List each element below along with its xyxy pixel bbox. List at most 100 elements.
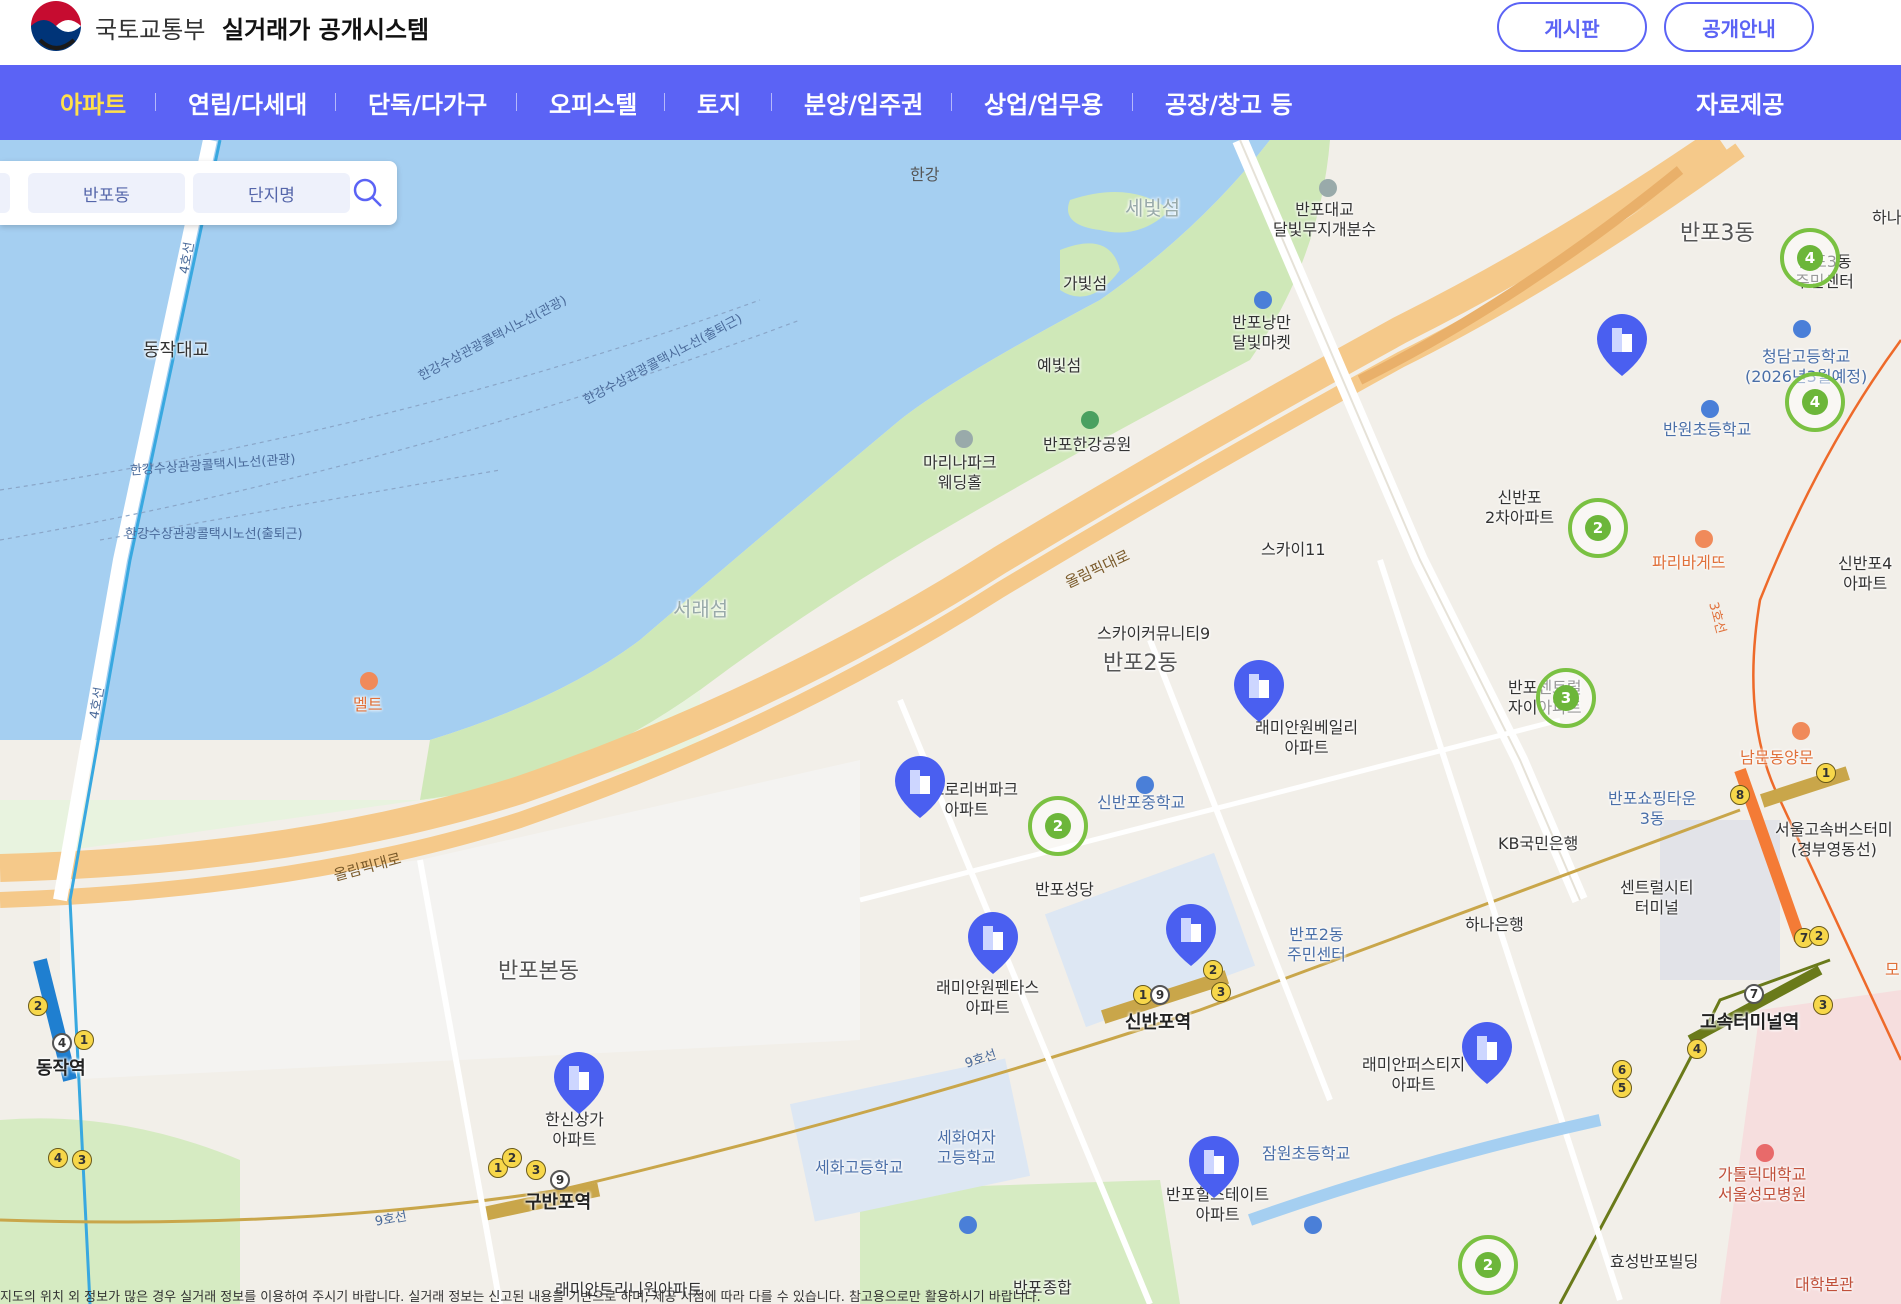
school-icon (959, 1216, 977, 1234)
label-raemian-pentas: 래미안원펜타스 아파트 (936, 978, 1040, 1017)
nav-separator (771, 93, 772, 111)
label-banpo-hangang-park: 반포한강공원 (1043, 435, 1132, 454)
government-logo-icon[interactable] (28, 0, 84, 56)
subway-exit-icon: 9 (1150, 985, 1170, 1005)
label-banpo2-center: 반포2동 주민센터 (1287, 925, 1346, 964)
nav-separator (516, 93, 517, 111)
search-seg-region[interactable] (0, 173, 10, 213)
market-icon (1254, 291, 1272, 309)
label-gabitseom: 가빛섬 (1063, 274, 1108, 293)
subway-exit-icon: 1 (1816, 763, 1836, 783)
label-sebitseom: 세빛섬 (1125, 196, 1181, 220)
subway-exit-icon: 4 (1687, 1039, 1707, 1059)
search-dong-select[interactable]: 반포동 (28, 173, 185, 213)
map-search-panel: 반포동 단지명 (0, 161, 397, 225)
nav-item-commercial[interactable]: 상업/업무용 (984, 85, 1103, 120)
transaction-cluster[interactable]: 4 (1785, 372, 1845, 432)
footer-notice: 지도의 위치 외 정보가 많은 경우 실거래 정보를 이용하여 주시기 바랍니다… (0, 1290, 1041, 1304)
map-view[interactable]: 반포동 단지명 한강 세빛섬 가빛섬 예빛섬 서래섬 반포대교 달빛무지개분수 … (0, 140, 1901, 1304)
park-icon (1081, 411, 1099, 429)
nav-item-officetel[interactable]: 오피스텔 (549, 85, 637, 120)
bakery-icon (1695, 530, 1713, 548)
label-yebitseom: 예빛섬 (1037, 356, 1082, 375)
school-icon (1304, 1216, 1322, 1234)
transaction-cluster[interactable]: 2 (1568, 498, 1628, 558)
nav-item-detached[interactable]: 단독/다가구 (368, 85, 487, 120)
nav-item-land[interactable]: 토지 (697, 85, 741, 120)
board-button[interactable]: 게시판 (1497, 2, 1647, 52)
label-sehwa-girls: 세화여자 고등학교 (937, 1128, 996, 1167)
label-sinbanpo-mid: 신반포중학교 (1097, 793, 1186, 812)
apartment-marker-icon[interactable] (893, 754, 947, 820)
label-hana-bank: 하나은행 (1465, 915, 1524, 934)
label-sinbanpo2: 신반포 2차아파트 (1485, 488, 1555, 527)
apartment-marker-icon[interactable] (1460, 1020, 1514, 1086)
guide-button[interactable]: 공개안내 (1664, 2, 1814, 52)
transaction-cluster[interactable]: 2 (1458, 1235, 1518, 1295)
search-icon[interactable] (352, 177, 384, 209)
school-icon (1701, 400, 1719, 418)
apartment-marker-icon[interactable] (1232, 658, 1286, 724)
transaction-cluster[interactable]: 4 (1780, 228, 1840, 288)
label-hangang: 한강 (910, 165, 940, 184)
apartment-marker-icon[interactable] (1595, 312, 1649, 378)
search-complex-input[interactable]: 단지명 (193, 173, 350, 213)
label-catholic-univ: 가톨릭대학교 서울성모병원 (1718, 1165, 1807, 1204)
label-hana-top: 하나 (1872, 208, 1901, 227)
nav-item-rowhouse[interactable]: 연립/다세대 (188, 85, 307, 120)
nav-item-presale[interactable]: 분양/입주권 (804, 85, 923, 120)
label-central-city: 센트럴시티 터미널 (1620, 878, 1694, 917)
apartment-marker-icon[interactable] (1164, 902, 1218, 968)
label-banwon-elem: 반원초등학교 (1663, 420, 1752, 439)
landmark-icon (1319, 179, 1337, 197)
subway-exit-icon: 2 (502, 1148, 522, 1168)
nav-item-data-provision[interactable]: 자료제공 (1696, 85, 1784, 120)
label-raemian-belleza: 래미안원베일리 아파트 (1255, 718, 1359, 757)
subway-exit-icon: 7 (1744, 984, 1764, 1004)
label-kb-bank: KB국민은행 (1498, 834, 1579, 853)
label-marina-wedding: 마리나파크 웨딩홀 (923, 453, 997, 492)
label-express-terminal-station: 고속터미널역 (1700, 1012, 1800, 1033)
school-icon (1793, 320, 1811, 338)
label-sinbanpo4: 신반포4 아파트 (1838, 554, 1893, 593)
apartment-marker-icon[interactable] (966, 910, 1020, 976)
subway-exit-icon: 2 (1203, 960, 1223, 980)
label-dongjak-bridge: 동작대교 (143, 340, 210, 361)
nav-separator (335, 93, 336, 111)
main-nav: 아파트 연립/다세대 단독/다가구 오피스텔 토지 분양/입주권 상업/업무용 … (0, 65, 1901, 140)
label-banpobondong: 반포본동 (498, 959, 579, 984)
wedding-hall-icon (955, 430, 973, 448)
label-melt: 멜트 (353, 695, 383, 714)
subway-exit-icon: 2 (1809, 926, 1829, 946)
label-sinbanpo-station: 신반포역 (1125, 1012, 1192, 1033)
label-paris-baguette: 파리바게뜨 (1652, 553, 1726, 572)
subway-exit-icon: 5 (1612, 1078, 1632, 1098)
label-banpo3dong: 반포3동 (1680, 221, 1755, 246)
subway-exit-icon: 4 (52, 1033, 72, 1053)
nav-item-factory[interactable]: 공장/창고 등 (1165, 85, 1293, 120)
apartment-marker-icon[interactable] (552, 1050, 606, 1116)
apartment-marker-icon[interactable] (1187, 1134, 1241, 1200)
label-seoraeseom: 서래섬 (673, 597, 729, 621)
label-nambu-gate: 남문동양문 (1740, 748, 1814, 767)
nav-separator (664, 93, 665, 111)
transaction-cluster[interactable]: 2 (1028, 796, 1088, 856)
ministry-name: 국토교통부 (95, 16, 206, 44)
label-ferry-route: 한강수상관광콜택시노선(출퇴근) (125, 527, 303, 542)
label-banpo-moon-market: 반포낭만 달빛마켓 (1232, 313, 1291, 352)
label-mo: 모 (1885, 960, 1900, 979)
system-title[interactable]: 실거래가 공개시스템 (222, 10, 429, 45)
label-banpo-shopping: 반포쇼핑타운 3동 (1608, 789, 1697, 828)
app-root: 국토교통부 실거래가 공개시스템 게시판 공개안내 아파트 연립/다세대 단독/… (0, 0, 1901, 1304)
nav-separator (155, 93, 156, 111)
label-sky-community9: 스카이커뮤니티9 (1097, 624, 1211, 643)
label-express-bus: 서울고속버스터미 (경부영동선) (1775, 820, 1893, 859)
school-icon (1136, 776, 1154, 794)
label-banpo-bridge-fountain: 반포대교 달빛무지개분수 (1273, 200, 1377, 239)
transaction-cluster[interactable]: 3 (1536, 668, 1596, 728)
subway-exit-icon: 8 (1730, 785, 1750, 805)
label-banpo2dong: 반포2동 (1103, 651, 1178, 676)
nav-item-apartment[interactable]: 아파트 (60, 85, 126, 120)
subway-exit-icon: 3 (72, 1150, 92, 1170)
subway-exit-icon: 4 (48, 1148, 68, 1168)
